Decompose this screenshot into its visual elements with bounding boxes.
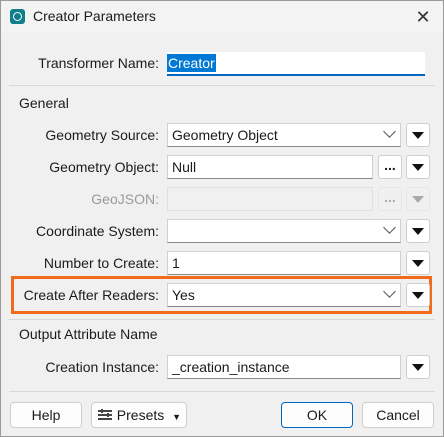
geometry-object-input[interactable]: Null <box>167 155 373 179</box>
divider <box>9 391 435 392</box>
geojson-input[interactable] <box>167 187 373 211</box>
presets-button[interactable]: Presets ▼ <box>91 402 187 428</box>
coordinate-system-select[interactable] <box>167 219 401 243</box>
coordinate-system-menu-button[interactable] <box>406 219 430 243</box>
cancel-button[interactable]: Cancel <box>362 402 434 428</box>
presets-label: Presets <box>116 407 165 423</box>
geometry-source-menu-button[interactable] <box>406 123 430 147</box>
chevron-down-icon <box>383 125 396 138</box>
general-section-heading: General <box>19 95 69 111</box>
create-after-readers-value: Yes <box>172 287 195 303</box>
transformer-name-label: Transformer Name: <box>38 55 159 71</box>
presets-icon <box>97 409 112 420</box>
geojson-menu-button[interactable] <box>406 187 430 211</box>
geometry-object-browse-button[interactable]: ... <box>378 155 402 179</box>
coordinate-system-label: Coordinate System: <box>36 223 159 239</box>
creation-instance-value: _creation_instance <box>172 359 290 375</box>
chevron-down-icon <box>383 285 396 298</box>
geometry-object-menu-button[interactable] <box>406 155 430 179</box>
geometry-object-value: Null <box>172 159 197 175</box>
creator-parameters-dialog: Creator Parameters ✕ Transformer Name: C… <box>0 0 444 437</box>
number-to-create-label: Number to Create: <box>43 255 159 271</box>
geometry-source-label: Geometry Source: <box>45 127 159 143</box>
ok-button[interactable]: OK <box>281 402 353 428</box>
divider <box>9 319 435 320</box>
number-to-create-value: 1 <box>172 255 180 271</box>
help-button[interactable]: Help <box>10 402 82 428</box>
chevron-down-icon: ▼ <box>172 412 182 422</box>
geojson-label: GeoJSON: <box>91 191 159 207</box>
creation-instance-menu-button[interactable] <box>406 355 430 379</box>
divider <box>9 85 435 86</box>
geometry-source-value: Geometry Object <box>172 127 278 143</box>
title-bar: Creator Parameters ✕ <box>1 1 443 33</box>
geojson-browse-button[interactable]: ... <box>378 187 402 211</box>
create-after-readers-select[interactable]: Yes <box>167 283 401 307</box>
creation-instance-input[interactable]: _creation_instance <box>167 355 401 379</box>
transformer-name-input[interactable]: Creator <box>167 52 425 76</box>
geometry-source-select[interactable]: Geometry Object <box>167 123 401 147</box>
geometry-object-label: Geometry Object: <box>49 159 159 175</box>
close-icon[interactable]: ✕ <box>411 5 435 29</box>
number-to-create-input[interactable]: 1 <box>167 251 401 275</box>
number-to-create-menu-button[interactable] <box>406 251 430 275</box>
window-title: Creator Parameters <box>33 8 156 24</box>
transformer-name-value: Creator <box>167 54 216 72</box>
output-section-heading: Output Attribute Name <box>19 326 158 342</box>
chevron-down-icon <box>383 221 396 234</box>
create-after-readers-label: Create After Readers: <box>23 287 159 303</box>
app-icon <box>10 9 25 24</box>
create-after-readers-menu-button[interactable] <box>406 283 430 307</box>
creation-instance-label: Creation Instance: <box>45 359 159 375</box>
